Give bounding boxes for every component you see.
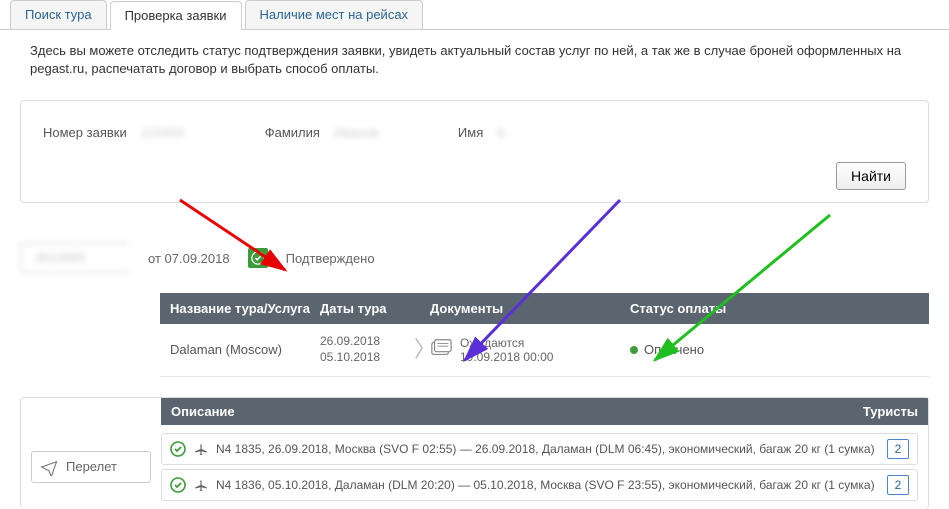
col-dates: Даты тура [320,301,430,316]
tour-dates: 26.09.2018 05.10.2018 [320,334,430,365]
docs-status: Ожидаются [460,336,553,350]
col-description: Описание [171,404,848,419]
confirmed-icon [248,248,268,268]
pax-count[interactable]: 2 [887,475,909,495]
lastname-input[interactable] [328,121,428,144]
page-description: Здесь вы можете отследить статус подтвер… [0,30,949,90]
col-payment: Статус оплаты [630,301,919,316]
payment-status: Оплачено [644,342,704,357]
firstname-input[interactable] [491,121,591,144]
plane-icon [40,458,58,476]
status-row: 3610885 от 07.09.2018 Подтверждено [20,243,949,273]
booking-number-label: Номер заявки [43,125,127,140]
check-icon [170,477,186,493]
payment-status-icon [630,346,638,354]
tour-name: Dalaman (Moscow) [170,342,320,357]
lastname-label: Фамилия [265,125,320,140]
booking-date: от 07.09.2018 [148,251,230,266]
pax-count[interactable]: 2 [887,439,909,459]
docs-date: 19.09.2018 00:00 [460,350,553,364]
tab-bar: Поиск тура Проверка заявки Наличие мест … [0,0,949,30]
flight-text: N4 1835, 26.09.2018, Москва (SVO F 02:55… [216,442,879,456]
table-row: Dalaman (Moscow) 26.09.2018 05.10.2018 О… [160,324,929,376]
flight-section-label: Перелет [31,451,151,483]
find-button[interactable]: Найти [836,162,906,190]
tab-check[interactable]: Проверка заявки [110,1,242,30]
col-name: Название тура/Услуга [170,301,320,316]
booking-number-input[interactable] [135,121,235,144]
services-panel: Описание Туристы Перелет N4 1835, 26.09.… [20,397,929,509]
tour-table: Название тура/Услуга Даты тура Документы… [160,293,929,376]
col-docs: Документы [430,301,630,316]
tab-search[interactable]: Поиск тура [10,0,107,29]
flight-row: N4 1836, 05.10.2018, Даламан (DLM 20:20)… [161,469,918,501]
check-icon [170,441,186,457]
flight-row: N4 1835, 26.09.2018, Москва (SVO F 02:55… [161,433,918,465]
confirmed-text: Подтверждено [286,251,375,266]
firstname-label: Имя [458,125,483,140]
flight-text: N4 1836, 05.10.2018, Даламан (DLM 20:20)… [216,478,879,492]
plane-icon [194,442,208,456]
search-panel: Номер заявки Фамилия Имя Найти [20,100,929,203]
col-tourists: Туристы [848,404,918,419]
booking-number-tag: 3610885 [20,243,130,273]
plane-icon [194,478,208,492]
tab-seats[interactable]: Наличие мест на рейсах [245,0,424,29]
